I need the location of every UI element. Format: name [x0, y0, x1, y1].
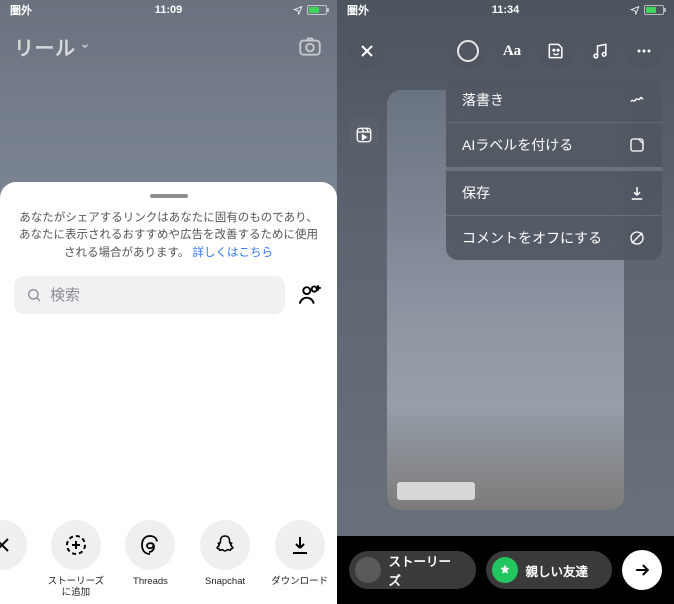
- pill-label: ストーリーズ: [389, 551, 462, 589]
- sheet-grabber[interactable]: [150, 194, 188, 198]
- battery-icon: [307, 5, 327, 15]
- share-snapchat[interactable]: Snapchat: [193, 520, 257, 587]
- share-targets-row: ストーリーズ に追加 Threads Snapchat ダウンロード: [0, 512, 337, 604]
- more-icon: [634, 41, 654, 61]
- pill-label: 親しい友達: [526, 561, 589, 580]
- more-tool-button[interactable]: [626, 33, 662, 69]
- status-time: 11:09: [0, 4, 337, 16]
- search-input[interactable]: 検索: [14, 276, 285, 314]
- color-tool-button[interactable]: [450, 33, 486, 69]
- share-to-stories-pill[interactable]: ストーリーズ: [349, 551, 476, 589]
- location-icon: [630, 5, 640, 15]
- threads-icon: [138, 533, 162, 557]
- reels-icon: [355, 126, 373, 144]
- share-prev[interactable]: [5, 520, 33, 570]
- battery-icon: [644, 5, 664, 15]
- reels-thumbnail-chip[interactable]: [349, 118, 379, 152]
- arrow-right-icon: [632, 560, 652, 580]
- music-icon: [590, 41, 610, 61]
- more-menu: 落書き AIラベルを付ける 保存 コメントをオフにする: [446, 78, 662, 260]
- status-time: 11:34: [337, 4, 674, 16]
- share-bottom-sheet: あなたがシェアするリンクはあなたに固有のものであり、あなたに表示されるおすすめや…: [0, 182, 337, 604]
- share-threads[interactable]: Threads: [118, 520, 182, 587]
- music-tool-button[interactable]: [582, 33, 618, 69]
- network-status: 圏外: [10, 2, 32, 18]
- add-user-icon[interactable]: [297, 282, 323, 308]
- close-button[interactable]: [349, 33, 385, 69]
- text-tool-button[interactable]: Aa: [494, 33, 530, 69]
- share-label: Threads: [133, 576, 168, 587]
- editor-toolbar: Aa: [337, 28, 674, 74]
- search-icon: [26, 287, 42, 303]
- reels-title-dropdown[interactable]: リール: [14, 32, 90, 61]
- menu-comments-off[interactable]: コメントをオフにする: [446, 216, 662, 260]
- share-download[interactable]: ダウンロード: [268, 520, 332, 587]
- close-icon: [357, 41, 377, 61]
- share-to-close-friends-pill[interactable]: 親しい友達: [486, 551, 613, 589]
- status-indicators: [630, 5, 664, 15]
- color-ring-icon: [457, 40, 479, 62]
- story-editor-screen: 圏外 11:34 Aa 落書: [337, 0, 674, 604]
- label-square-icon: [628, 136, 646, 154]
- snapchat-icon: [213, 533, 237, 557]
- story-share-bar: ストーリーズ 親しい友達: [337, 536, 674, 604]
- add-story-icon: [64, 533, 88, 557]
- share-label: Snapchat: [205, 576, 245, 587]
- download-icon: [288, 533, 312, 557]
- menu-ai-label[interactable]: AIラベルを付ける: [446, 123, 662, 171]
- reels-header: リール: [0, 24, 337, 68]
- caption-placeholder[interactable]: [397, 482, 475, 500]
- status-indicators: [293, 5, 327, 15]
- menu-label: コメントをオフにする: [462, 228, 602, 248]
- chevron-down-icon: [80, 41, 90, 51]
- menu-doodle[interactable]: 落書き: [446, 78, 662, 123]
- close-icon: [0, 533, 14, 557]
- menu-label: AIラベルを付ける: [462, 135, 573, 155]
- reels-title-label: リール: [14, 32, 76, 61]
- sticker-tool-button[interactable]: [538, 33, 574, 69]
- search-placeholder: 検索: [50, 284, 80, 305]
- menu-label: 落書き: [462, 90, 504, 110]
- share-label: ストーリーズ に追加: [48, 576, 105, 599]
- avatar-placeholder-icon: [355, 557, 381, 583]
- star-icon: [498, 563, 512, 577]
- share-add-to-story[interactable]: ストーリーズ に追加: [44, 520, 108, 599]
- text-aa-icon: Aa: [503, 43, 521, 60]
- location-icon: [293, 5, 303, 15]
- camera-icon[interactable]: [297, 33, 323, 59]
- share-sheet-screen: 圏外 11:09 リール あなたがシェアするリンクはあなたに固有のものであり、あ…: [0, 0, 337, 604]
- download-icon: [628, 184, 646, 202]
- squiggle-icon: [628, 91, 646, 109]
- sticker-icon: [546, 41, 566, 61]
- menu-label: 保存: [462, 183, 490, 203]
- status-bar: 圏外 11:09: [0, 0, 337, 18]
- menu-save[interactable]: 保存: [446, 171, 662, 216]
- comments-off-icon: [628, 229, 646, 247]
- network-status: 圏外: [347, 2, 369, 18]
- status-bar: 圏外 11:34: [337, 0, 674, 18]
- share-label: ダウンロード: [271, 576, 328, 587]
- learn-more-link[interactable]: 詳しくはこちら: [193, 247, 274, 259]
- send-button[interactable]: [622, 550, 662, 590]
- share-disclaimer: あなたがシェアするリンクはあなたに固有のものであり、あなたに表示されるおすすめや…: [14, 210, 323, 276]
